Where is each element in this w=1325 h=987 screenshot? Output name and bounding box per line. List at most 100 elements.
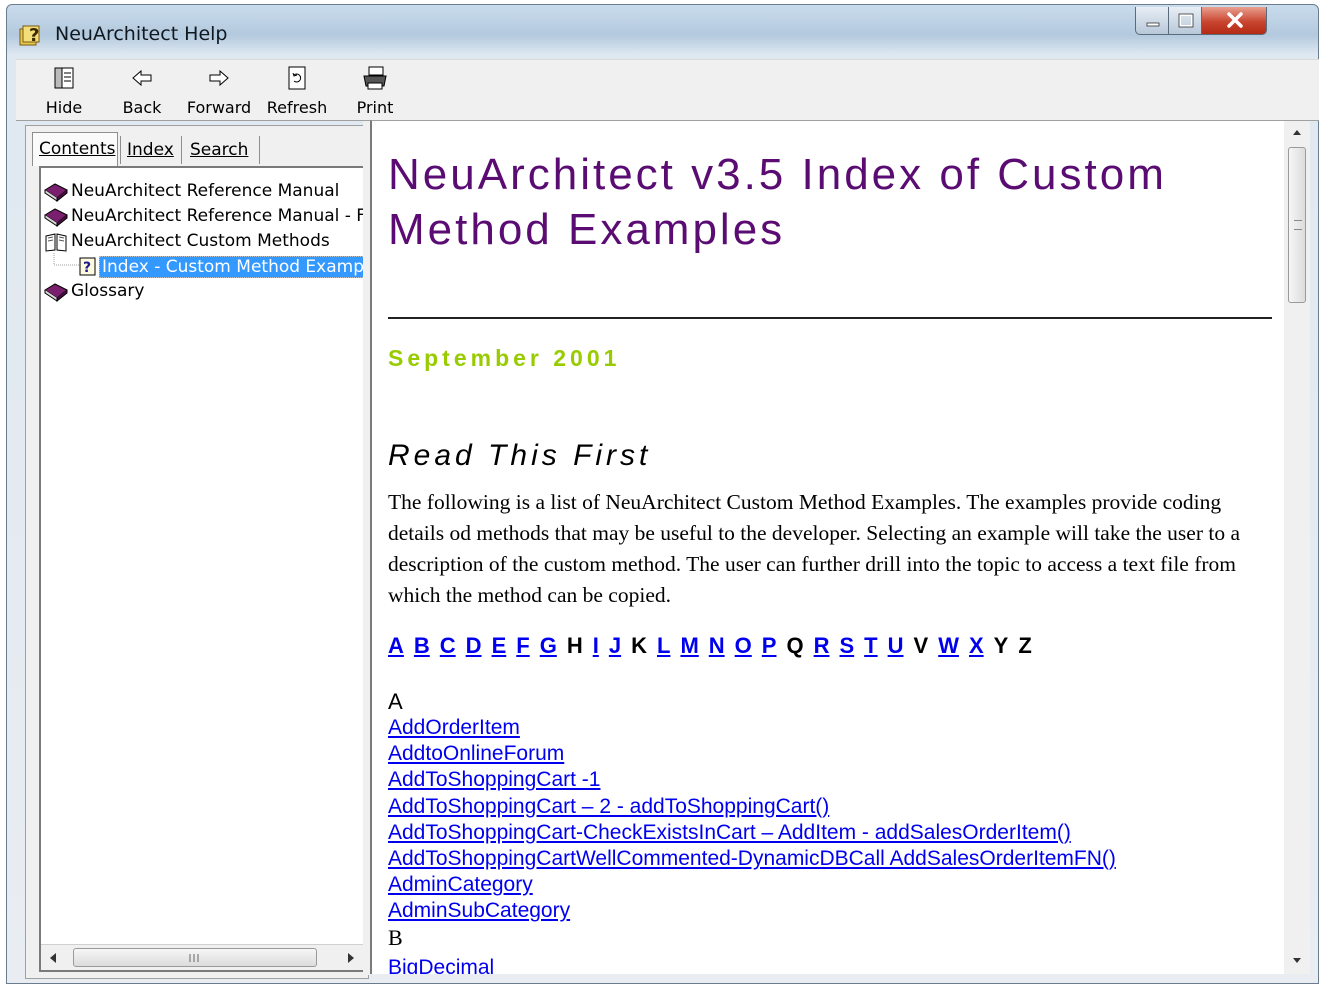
intro-paragraph: The following is a list of NeuArchitect … [388, 490, 1240, 607]
alpha-letter-q: Q [786, 633, 804, 658]
maximize-icon [1178, 13, 1194, 28]
alpha-letter-a[interactable]: A [388, 633, 404, 658]
back-button[interactable]: Back [114, 64, 170, 120]
alpha-letter-s[interactable]: S [839, 633, 854, 658]
scroll-down-icon[interactable] [1291, 956, 1303, 966]
hide-label: Hide [45, 98, 83, 117]
navigation-pane: Contents Index Search NeuArchitect Refer… [25, 125, 369, 979]
grip-icon [189, 954, 199, 962]
alpha-letter-c[interactable]: C [440, 633, 456, 658]
alpha-letter-x[interactable]: X [969, 633, 984, 658]
alpha-letter-l[interactable]: L [657, 633, 670, 658]
close-button[interactable] [1201, 7, 1267, 35]
index-link[interactable]: AddToShoppingCart – 2 - addToShoppingCar… [388, 794, 1116, 820]
alpha-letter-f[interactable]: F [516, 633, 529, 658]
toolbar: Hide Back Forward Refresh Print [16, 59, 1319, 121]
index-link[interactable]: AddToShoppingCartWellCommented-DynamicDB… [388, 846, 1116, 872]
back-arrow-icon [132, 69, 152, 87]
open-book-icon [45, 233, 67, 252]
alpha-letter-o[interactable]: O [735, 633, 752, 658]
hide-pane-icon [54, 67, 74, 89]
content-vertical-scrollbar[interactable] [1284, 121, 1310, 974]
tree-horizontal-scrollbar[interactable] [41, 944, 365, 970]
scroll-right-icon[interactable] [345, 951, 357, 965]
contents-tree[interactable]: NeuArchitect Reference Manual NeuArchite… [39, 166, 367, 972]
index-link[interactable]: AdminCategory [388, 872, 1116, 898]
alpha-letter-m[interactable]: M [680, 633, 698, 658]
index-link[interactable]: BigDecimal [388, 955, 494, 974]
alpha-letter-w[interactable]: W [938, 633, 959, 658]
printer-icon [363, 66, 387, 90]
alpha-letter-i[interactable]: I [593, 633, 599, 658]
index-link[interactable]: AddToShoppingCart -1 [388, 767, 1116, 793]
horizontal-scroll-thumb[interactable] [73, 948, 317, 967]
section-heading: Read This First [388, 439, 652, 472]
title-divider [388, 317, 1272, 319]
alpha-letter-v: V [913, 633, 929, 658]
alpha-letter-e[interactable]: E [492, 633, 507, 658]
alpha-letter-u[interactable]: U [888, 633, 904, 658]
alpha-letter-y: Y [993, 633, 1009, 658]
tree-item-label: NeuArchitect Reference Manual - F [71, 206, 367, 226]
minimize-icon [1146, 22, 1160, 27]
tab-contents-label: Contents [39, 139, 116, 159]
alpha-letter-z: Z [1018, 633, 1032, 658]
document-date: September 2001 [388, 345, 621, 371]
grip-icon [1294, 220, 1302, 230]
alpha-letter-k: K [631, 633, 647, 658]
index-list-a: AddOrderItem AddtoOnlineForum AddToShoppin… [388, 715, 1116, 925]
print-label: Print [356, 98, 394, 117]
svg-text:?: ? [83, 260, 91, 276]
forward-arrow-icon [209, 69, 229, 87]
help-page-icon: ? [79, 257, 96, 276]
topic-content-pane: NeuArchitect v3.5 Index of Custom Method… [370, 120, 1310, 974]
alphabet-index: ABCDEFGHIJKLMNOPQRSTUVWXYZ [388, 633, 1042, 659]
tab-search-label: Search [190, 140, 249, 160]
tab-index-label: Index [127, 140, 174, 160]
refresh-label: Refresh [266, 98, 328, 117]
index-link[interactable]: AddOrderItem [388, 715, 1116, 741]
scroll-left-icon[interactable] [47, 951, 59, 965]
print-button[interactable]: Print [350, 64, 400, 120]
tree-item-label: Glossary [71, 281, 145, 301]
alpha-letter-p[interactable]: P [762, 633, 777, 658]
closed-book-icon [44, 183, 68, 202]
tab-index[interactable]: Index [120, 136, 182, 164]
refresh-button[interactable]: Refresh [262, 64, 332, 120]
alpha-letter-b[interactable]: B [414, 633, 430, 658]
forward-button[interactable]: Forward [182, 64, 256, 120]
alpha-letter-h: H [566, 633, 583, 658]
alpha-letter-r[interactable]: R [814, 633, 830, 658]
index-list-b: BigDecimal [388, 955, 494, 974]
tree-item-label: Index - Custom Method Examp [99, 256, 365, 278]
back-label: Back [122, 98, 162, 117]
index-link[interactable]: AdminSubCategory [388, 898, 1116, 924]
index-link[interactable]: AddtoOnlineForum [388, 741, 1116, 767]
tree-item-label: NeuArchitect Reference Manual [71, 181, 340, 201]
vertical-scroll-thumb[interactable] [1288, 147, 1306, 303]
scroll-up-icon[interactable] [1291, 127, 1303, 137]
maximize-button[interactable] [1168, 7, 1202, 35]
closed-book-icon [44, 208, 68, 227]
help-app-icon: ? [19, 25, 40, 46]
close-icon [1227, 12, 1243, 28]
alpha-letter-j[interactable]: J [609, 633, 621, 658]
tree-item-label: NeuArchitect Custom Methods [71, 231, 330, 251]
nav-tabs: Contents Index Search [26, 132, 368, 166]
alpha-letter-t[interactable]: T [864, 633, 877, 658]
alpha-letter-n[interactable]: N [709, 633, 725, 658]
minimize-button[interactable] [1135, 7, 1169, 35]
forward-label: Forward [186, 98, 252, 117]
tree-connector-line [53, 253, 79, 266]
refresh-icon [288, 66, 306, 90]
window-title: NeuArchitect Help [55, 23, 228, 45]
closed-book-icon [44, 283, 68, 302]
tab-contents[interactable]: Contents [32, 132, 118, 166]
hide-button[interactable]: Hide [36, 64, 92, 120]
alpha-letter-g[interactable]: G [540, 633, 557, 658]
index-link[interactable]: AddToShoppingCart-CheckExistsInCart – Ad… [388, 820, 1116, 846]
tab-search[interactable]: Search [184, 136, 260, 164]
index-section-heading-a: A [388, 689, 403, 714]
title-bar[interactable]: ? NeuArchitect Help [7, 5, 1318, 55]
alpha-letter-d[interactable]: D [466, 633, 482, 658]
